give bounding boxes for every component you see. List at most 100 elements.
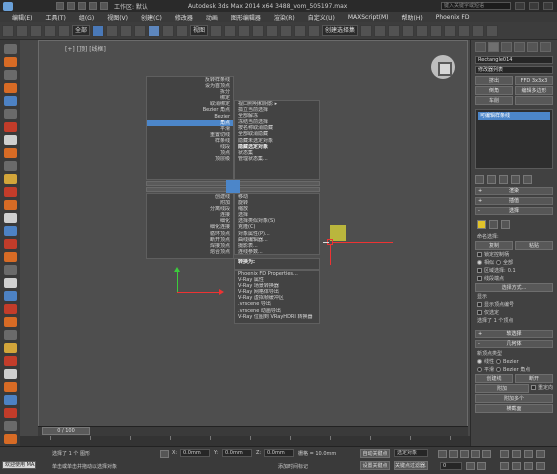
empty-button[interactable] [515,96,553,105]
tool-icon[interactable] [3,421,17,431]
segment-end-checkbox[interactable] [477,276,482,281]
select-by-name-icon[interactable] [106,24,119,37]
helper-icon[interactable] [3,148,17,158]
tool-icon[interactable] [3,330,17,340]
create-line-button[interactable]: 创建线 [475,374,513,383]
search-input[interactable]: 键入关键字或短语 [441,2,511,10]
align-icon[interactable] [374,24,387,37]
display-tab-icon[interactable] [527,42,538,52]
modifier-stack[interactable]: 可编辑样条线 [475,109,553,169]
link-icon[interactable] [30,24,42,37]
bezier-corner-radio[interactable] [496,367,502,372]
select-move-icon[interactable] [148,24,161,37]
menu-views[interactable]: 视图(V) [107,13,128,22]
edit-poly-button[interactable]: 编辑多边形 [515,86,553,95]
attach-button[interactable]: 附加 [475,384,529,393]
tool-icon[interactable] [3,356,17,366]
current-frame-field[interactable]: 0 [440,462,462,470]
edit-named-selection-icon[interactable] [308,24,321,37]
modifier-list-dropdown[interactable]: 修改器列表 [475,66,553,74]
viewcube-icon[interactable] [431,55,455,79]
menu-edit[interactable]: 编辑(E) [12,13,32,22]
menu-create[interactable]: 创建(C) [141,13,162,22]
key-filters-button[interactable]: 关键点过滤器... [394,461,428,470]
key-mode-icon[interactable] [466,462,475,470]
close-icon[interactable] [543,2,553,10]
spacewarp-icon[interactable] [3,174,17,184]
extrude-button[interactable]: 挤出 [475,76,513,85]
zoom-extents-all-icon[interactable] [536,450,545,458]
snap-toggle-icon[interactable] [252,24,265,37]
save-file-icon[interactable] [78,2,86,10]
submenu-item[interactable]: V-Ray 位图到 VRayHDRI 转换器 [235,314,319,320]
motion-tab-icon[interactable] [514,42,525,52]
tool-icon[interactable] [3,109,17,119]
shape-icon[interactable] [3,83,17,93]
angle-snap-icon[interactable] [266,24,279,37]
lock-selection-icon[interactable] [160,450,169,458]
area-select-checkbox[interactable] [477,268,482,273]
configure-sets-icon[interactable] [523,174,532,184]
add-time-tag-text[interactable]: 添加时间标记 [278,463,308,470]
torus-icon[interactable] [3,239,17,249]
rollout-interpolation[interactable]: + 插值 [475,197,553,205]
app-logo-icon[interactable] [3,1,13,11]
quad-menu-item-convert[interactable]: 转换为: [235,259,319,265]
show-end-result-icon[interactable] [487,174,496,184]
quad-menu-item[interactable]: 管理状态集... [235,156,319,162]
tool-icon[interactable] [3,382,17,392]
teapot-icon[interactable] [3,252,17,262]
undo-icon[interactable] [89,2,97,10]
redo-icon[interactable] [100,2,108,10]
material-editor-icon[interactable] [444,24,457,37]
menu-help[interactable]: 帮助(H) [402,13,423,22]
viewport-label[interactable]: [+] [顶] [线框] [65,44,106,53]
time-slider[interactable]: 0 / 100 [42,427,90,435]
create-tab-icon[interactable] [475,42,486,52]
schematic-view-icon[interactable] [430,24,443,37]
lathe-button[interactable]: 车削 [475,96,513,105]
zoom-extents-icon[interactable] [524,450,533,458]
graphite-toggle-icon[interactable] [402,24,415,37]
attach-multiple-button[interactable]: 附加多个 [475,394,553,403]
select-by-button[interactable]: 选择方式... [475,283,553,292]
menu-tools[interactable]: 工具(T) [45,13,65,22]
window-crossing-icon[interactable] [134,24,147,37]
rollout-soft-selection[interactable]: + 软选择 [475,330,553,338]
curve-editor-icon[interactable] [416,24,429,37]
x-coordinate-field[interactable]: 0.0mm [180,449,210,457]
keyboard-shortcut-icon[interactable] [238,24,251,37]
cross-section-button[interactable]: 横截面 [475,404,553,413]
time-config-icon[interactable] [477,462,486,470]
bezier-radio[interactable] [496,359,502,364]
vertex-level-icon[interactable] [477,219,486,229]
pyramid-icon[interactable] [3,278,17,288]
select-object-icon[interactable] [92,24,105,37]
tool-icon[interactable] [3,70,17,80]
stack-item-editable-spline[interactable]: 可编辑样条线 [478,112,550,120]
selected-object-dropdown[interactable]: 选定对象 [394,449,428,457]
menu-graph-editors[interactable]: 图形编辑器 [231,13,261,22]
menu-customize[interactable]: 自定义(U) [308,13,335,22]
menu-modifiers[interactable]: 修改器 [175,13,193,22]
render-icon[interactable] [486,24,499,37]
time-slider-track[interactable] [38,426,468,436]
zoom-icon[interactable] [500,450,509,458]
bind-spacewarp-icon[interactable] [58,24,70,37]
modify-tab-icon[interactable] [488,42,499,52]
utilities-tab-icon[interactable] [540,42,551,52]
sphere-icon[interactable] [3,57,17,67]
plane-icon[interactable] [3,213,17,223]
layer-manager-icon[interactable] [388,24,401,37]
play-icon[interactable] [460,450,469,458]
object-name-field[interactable]: Rectangle014 [475,56,553,64]
lock-handles-checkbox[interactable] [477,252,482,257]
tool-icon[interactable] [3,408,17,418]
next-frame-icon[interactable] [471,450,480,458]
tube-icon[interactable] [3,291,17,301]
menu-rendering[interactable]: 渲染(R) [274,13,295,22]
percent-snap-icon[interactable] [280,24,293,37]
select-rotate-icon[interactable] [162,24,175,37]
previous-frame-icon[interactable] [449,450,458,458]
show-vertex-numbers-checkbox[interactable] [477,302,482,307]
